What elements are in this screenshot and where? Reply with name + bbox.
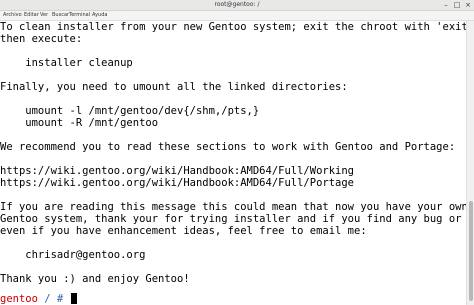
menu-archivo[interactable]: Archivo bbox=[3, 11, 22, 20]
terminal-line: Finally, you need to umount all the link… bbox=[0, 81, 348, 93]
text-cursor bbox=[70, 293, 77, 304]
terminal-line: chrisadr@gentoo.org bbox=[0, 249, 146, 261]
terminal-line: Thank you :) and enjoy Gentoo! bbox=[0, 273, 190, 285]
minimize-icon[interactable]: – bbox=[442, 1, 450, 9]
menu-buscar[interactable]: Buscar bbox=[52, 11, 69, 20]
terminal-output[interactable]: To clean installer from your new Gentoo … bbox=[0, 21, 466, 305]
menu-ver[interactable]: Ver bbox=[40, 11, 48, 20]
shell-prompt[interactable]: gentoo / # bbox=[0, 293, 77, 305]
maximize-icon[interactable]: □ bbox=[453, 1, 461, 9]
terminal-line: We recommend you to read these sections … bbox=[0, 141, 456, 153]
terminal-scrollbar[interactable] bbox=[466, 21, 474, 305]
menu-terminal[interactable]: Terminal bbox=[69, 11, 90, 20]
terminal-line: umount -R /mnt/gentoo bbox=[0, 117, 159, 129]
terminal-line: If you are reading this message this cou… bbox=[0, 201, 466, 213]
menu-bar: Archivo Editar Ver Buscar Terminal Ayuda bbox=[0, 11, 474, 21]
prompt-path: / bbox=[37, 293, 57, 305]
terminal-line: umount -l /mnt/gentoo/dev{/shm,/pts,} bbox=[0, 105, 260, 117]
scrollbar-thumb[interactable] bbox=[469, 201, 473, 301]
prompt-host: gentoo bbox=[0, 293, 38, 305]
menu-ayuda[interactable]: Ayuda bbox=[92, 11, 107, 20]
close-icon[interactable]: × bbox=[464, 1, 472, 9]
terminal-line: https://wiki.gentoo.org/wiki/Handbook:AM… bbox=[0, 177, 355, 189]
terminal-line: even if you have enhancement ideas, feel… bbox=[0, 225, 367, 237]
terminal-line: installer cleanup bbox=[0, 57, 133, 69]
terminal-line: https://wiki.gentoo.org/wiki/Handbook:AM… bbox=[0, 165, 355, 177]
window-titlebar[interactable]: root@gentoo: / – □ × bbox=[0, 0, 474, 11]
window-title: root@gentoo: / bbox=[214, 1, 260, 8]
terminal-line: then execute: bbox=[0, 33, 83, 45]
prompt-symbol: # bbox=[56, 293, 70, 305]
menu-editar[interactable]: Editar bbox=[24, 11, 39, 20]
terminal-line: Gentoo system, thank your for trying ins… bbox=[0, 213, 466, 225]
terminal-line: To clean installer from your new Gentoo … bbox=[0, 21, 466, 33]
